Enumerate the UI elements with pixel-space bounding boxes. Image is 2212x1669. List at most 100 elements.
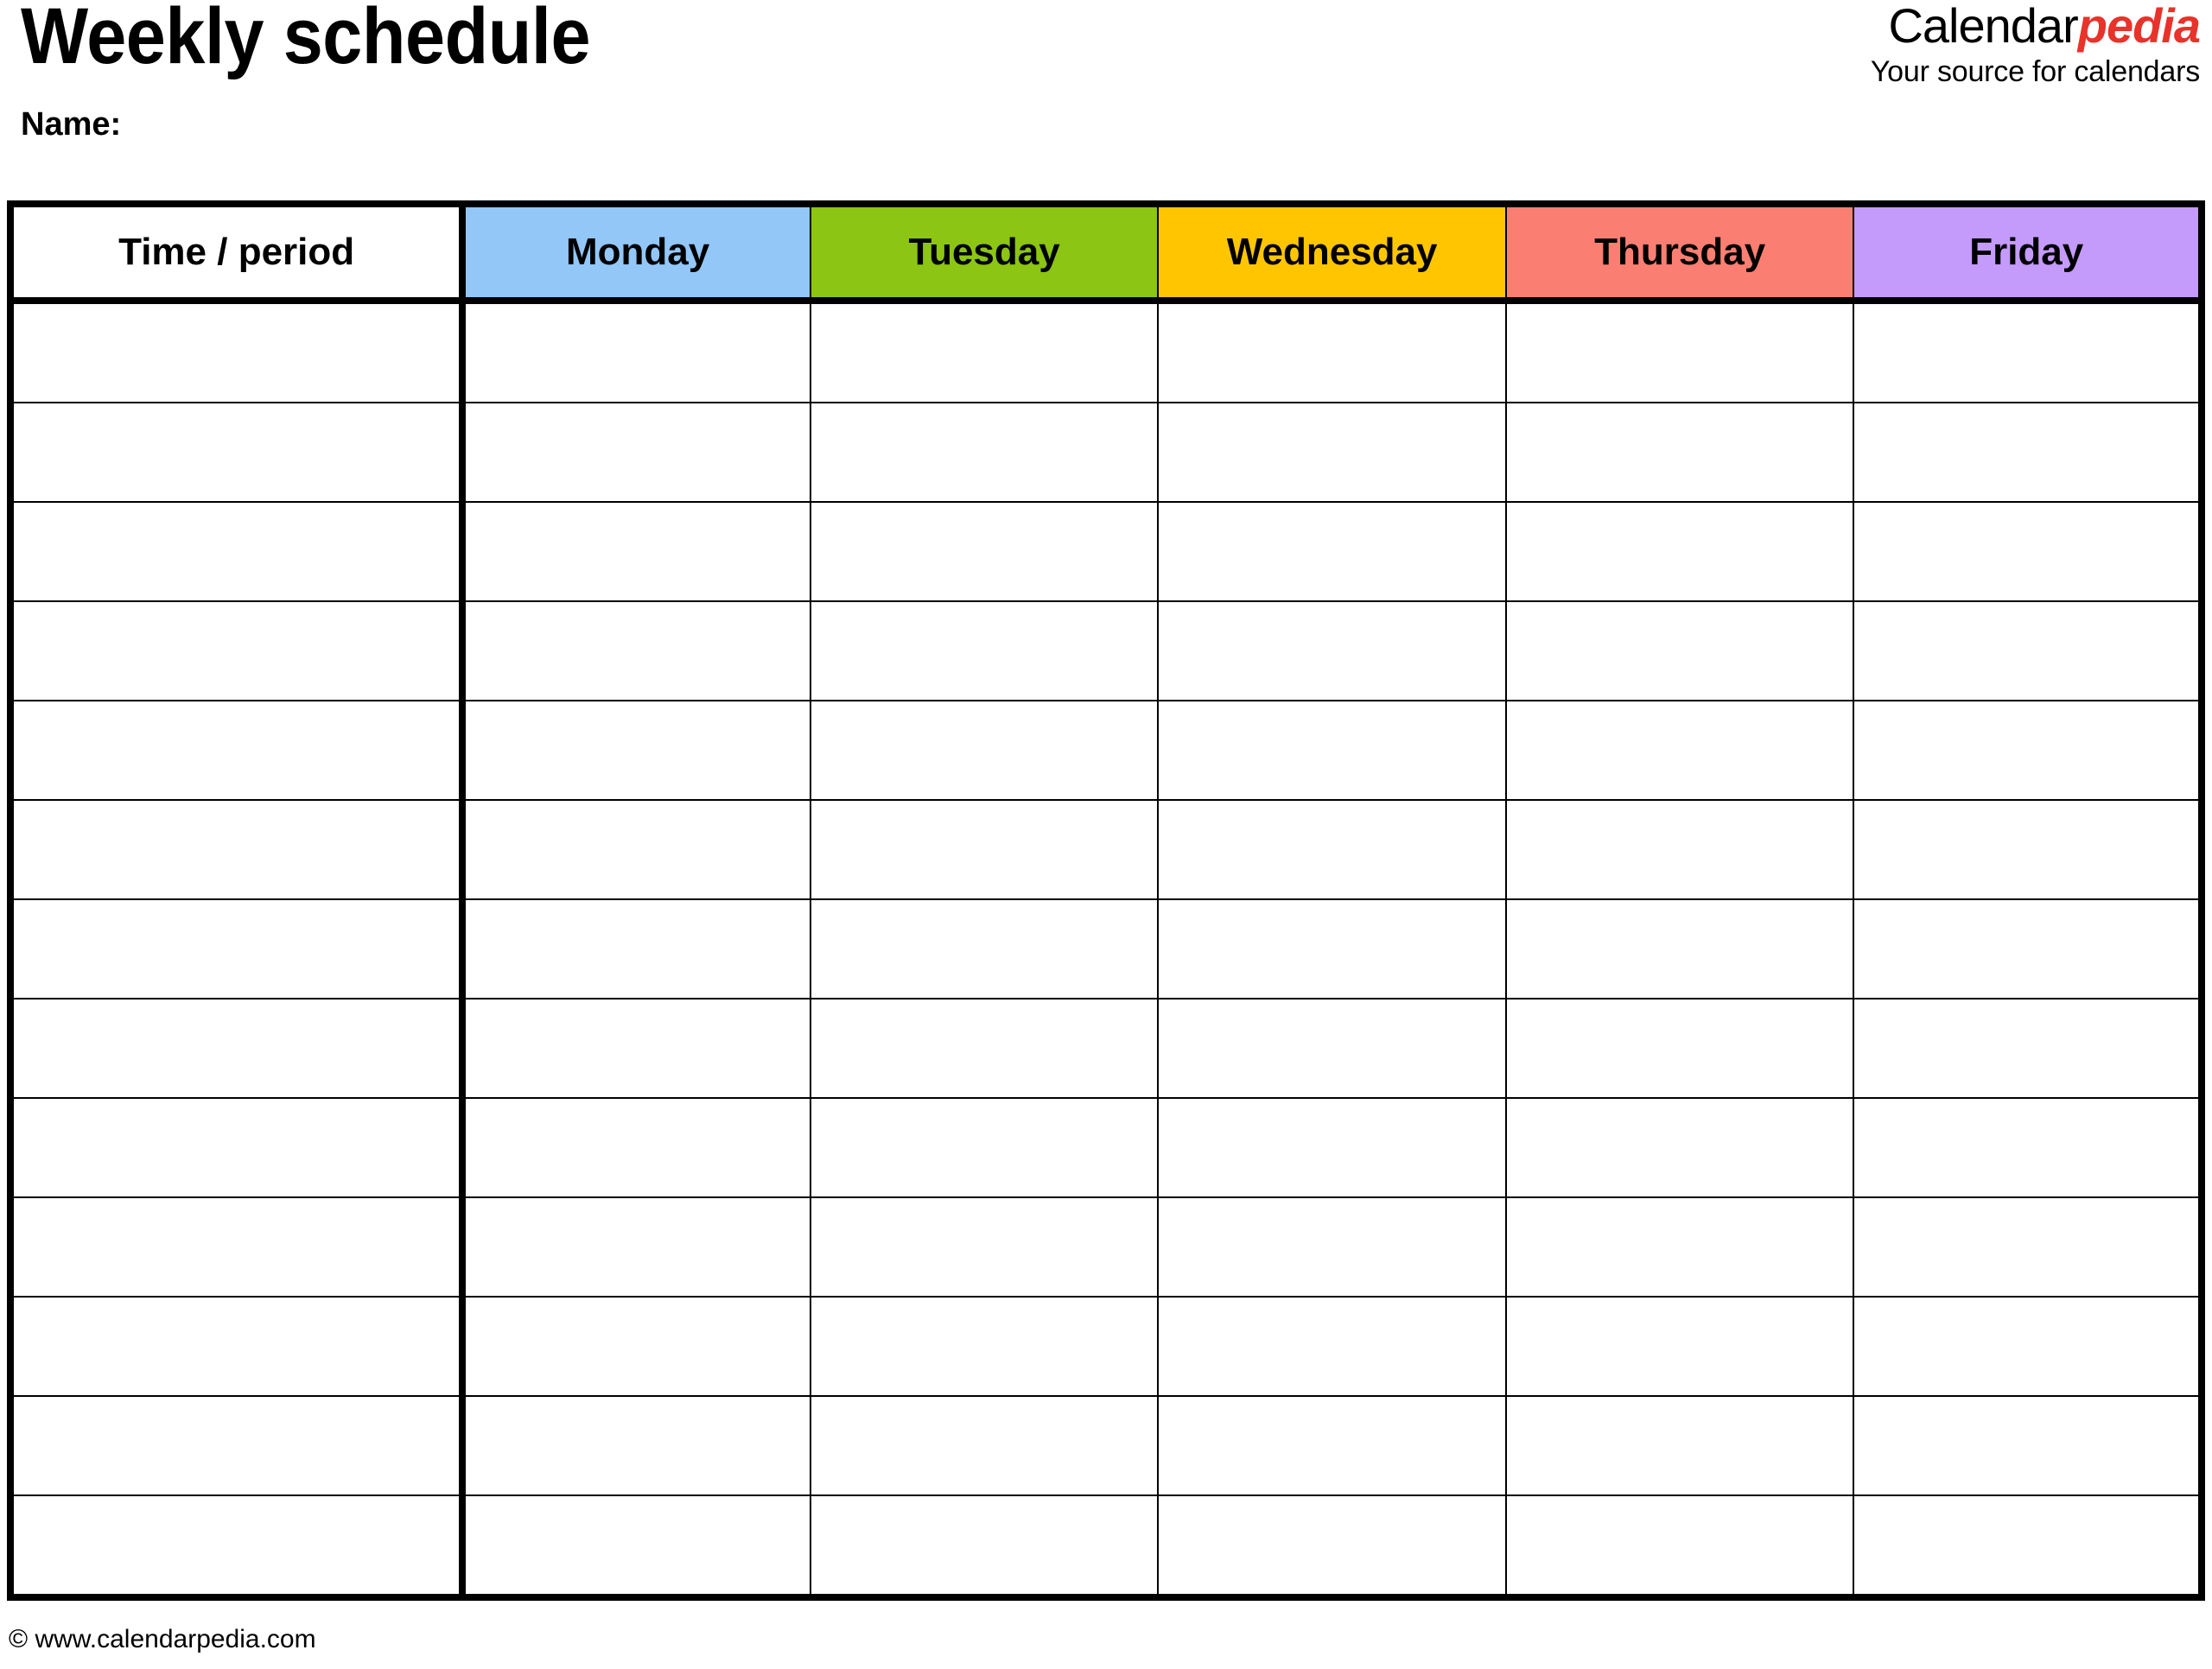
- cell-tuesday[interactable]: [809, 700, 1160, 801]
- cell-monday[interactable]: [461, 1395, 811, 1496]
- cell-friday[interactable]: [1853, 600, 2202, 701]
- cell-thursday[interactable]: [1504, 799, 1855, 900]
- cell-friday[interactable]: [1853, 300, 2202, 403]
- cell-text: [811, 503, 1158, 514]
- cell-time[interactable]: [9, 1097, 467, 1198]
- table-row: [9, 402, 2202, 503]
- cell-friday[interactable]: [1853, 1395, 2202, 1496]
- cell-tuesday[interactable]: [809, 501, 1160, 602]
- brand-wordmark: Calendarpedia: [1871, 2, 2201, 50]
- cell-wednesday[interactable]: [1157, 898, 1507, 999]
- cell-tuesday[interactable]: [809, 799, 1160, 900]
- cell-monday[interactable]: [461, 1296, 811, 1397]
- cell-friday[interactable]: [1853, 402, 2202, 503]
- cell-time[interactable]: [9, 1196, 467, 1298]
- cell-monday[interactable]: [461, 799, 811, 900]
- cell-tuesday[interactable]: [809, 898, 1160, 999]
- cell-thursday[interactable]: [1504, 501, 1855, 602]
- cell-monday[interactable]: [461, 700, 811, 801]
- cell-friday[interactable]: [1853, 1296, 2202, 1397]
- cell-friday[interactable]: [1853, 998, 2202, 1099]
- cell-thursday[interactable]: [1504, 1494, 1855, 1598]
- cell-wednesday[interactable]: [1157, 300, 1507, 403]
- cell-monday[interactable]: [461, 1494, 811, 1598]
- cell-text: [1854, 701, 2198, 713]
- cell-time[interactable]: [9, 300, 467, 403]
- cell-wednesday[interactable]: [1157, 1196, 1507, 1298]
- cell-friday[interactable]: [1853, 700, 2202, 801]
- cell-monday[interactable]: [461, 998, 811, 1099]
- cell-text: [1159, 801, 1505, 812]
- cell-wednesday[interactable]: [1157, 700, 1507, 801]
- cell-monday[interactable]: [461, 898, 811, 999]
- cell-friday[interactable]: [1853, 1494, 2202, 1598]
- cell-wednesday[interactable]: [1157, 799, 1507, 900]
- column-header-friday[interactable]: Friday: [1853, 203, 2202, 304]
- cell-tuesday[interactable]: [809, 1196, 1160, 1298]
- cell-friday[interactable]: [1853, 1097, 2202, 1198]
- cell-wednesday[interactable]: [1157, 501, 1507, 602]
- cell-friday[interactable]: [1853, 1196, 2202, 1298]
- cell-text: [1507, 999, 1853, 1011]
- cell-time[interactable]: [9, 501, 467, 602]
- cell-text: [1159, 503, 1505, 514]
- cell-thursday[interactable]: [1504, 1097, 1855, 1198]
- column-header-tuesday[interactable]: Tuesday: [809, 203, 1160, 304]
- cell-tuesday[interactable]: [809, 998, 1160, 1099]
- cell-friday[interactable]: [1853, 799, 2202, 900]
- cell-monday[interactable]: [461, 402, 811, 503]
- cell-thursday[interactable]: [1504, 402, 1855, 503]
- cell-wednesday[interactable]: [1157, 1097, 1507, 1198]
- cell-text: [1159, 602, 1505, 613]
- cell-thursday[interactable]: [1504, 600, 1855, 701]
- cell-monday[interactable]: [461, 300, 811, 403]
- cell-thursday[interactable]: [1504, 898, 1855, 999]
- cell-wednesday[interactable]: [1157, 1296, 1507, 1397]
- column-header-wednesday[interactable]: Wednesday: [1157, 203, 1507, 304]
- cell-time[interactable]: [9, 799, 467, 900]
- cell-time[interactable]: [9, 1296, 467, 1397]
- cell-text: [811, 801, 1158, 812]
- cell-friday[interactable]: [1853, 501, 2202, 602]
- cell-wednesday[interactable]: [1157, 998, 1507, 1099]
- cell-text: [466, 403, 810, 415]
- cell-monday[interactable]: [461, 1097, 811, 1198]
- column-header-monday[interactable]: Monday: [461, 203, 811, 304]
- cell-thursday[interactable]: [1504, 700, 1855, 801]
- cell-text: [1159, 1496, 1505, 1507]
- cell-wednesday[interactable]: [1157, 600, 1507, 701]
- cell-text: [466, 1198, 810, 1209]
- cell-time[interactable]: [9, 700, 467, 801]
- cell-text: [466, 1397, 810, 1408]
- cell-text: [466, 801, 810, 812]
- cell-friday[interactable]: [1853, 898, 2202, 999]
- cell-time[interactable]: [9, 898, 467, 999]
- cell-tuesday[interactable]: [809, 300, 1160, 403]
- cell-time[interactable]: [9, 998, 467, 1099]
- cell-monday[interactable]: [461, 600, 811, 701]
- cell-thursday[interactable]: [1504, 998, 1855, 1099]
- column-header-thursday[interactable]: Thursday: [1504, 203, 1855, 304]
- cell-monday[interactable]: [461, 1196, 811, 1298]
- cell-text: [1854, 801, 2198, 812]
- cell-tuesday[interactable]: [809, 600, 1160, 701]
- cell-tuesday[interactable]: [809, 402, 1160, 503]
- cell-thursday[interactable]: [1504, 1196, 1855, 1298]
- cell-monday[interactable]: [461, 501, 811, 602]
- cell-tuesday[interactable]: [809, 1395, 1160, 1496]
- cell-thursday[interactable]: [1504, 300, 1855, 403]
- cell-tuesday[interactable]: [809, 1097, 1160, 1198]
- cell-wednesday[interactable]: [1157, 402, 1507, 503]
- cell-wednesday[interactable]: [1157, 1494, 1507, 1598]
- cell-time[interactable]: [9, 1395, 467, 1496]
- cell-thursday[interactable]: [1504, 1296, 1855, 1397]
- cell-time[interactable]: [9, 1494, 467, 1598]
- cell-wednesday[interactable]: [1157, 1395, 1507, 1496]
- table-row: [9, 700, 2202, 801]
- cell-time[interactable]: [9, 600, 467, 701]
- cell-tuesday[interactable]: [809, 1494, 1160, 1598]
- column-header-time[interactable]: Time / period: [9, 203, 467, 304]
- cell-time[interactable]: [9, 402, 467, 503]
- cell-thursday[interactable]: [1504, 1395, 1855, 1496]
- cell-tuesday[interactable]: [809, 1296, 1160, 1397]
